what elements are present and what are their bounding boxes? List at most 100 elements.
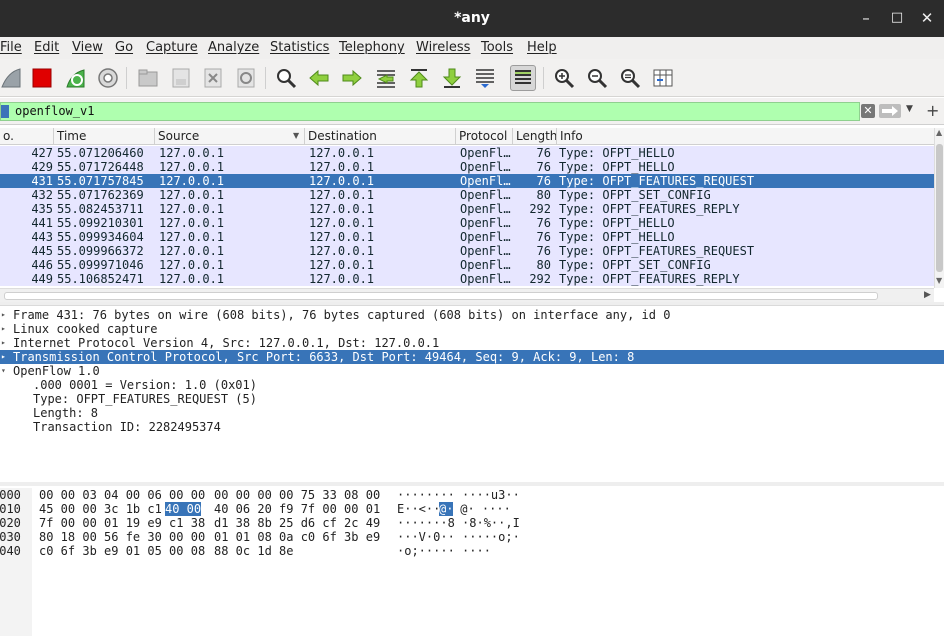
resize-columns-icon[interactable]	[650, 65, 676, 91]
scroll-right-icon[interactable]: ▶	[924, 290, 931, 300]
table-row[interactable]: 427 55.071206460 127.0.0.1 127.0.0.1 OpenFl……	[0, 146, 934, 160]
column-info[interactable]: Info	[557, 128, 934, 145]
tree-item-label: Linux cooked capture	[13, 322, 158, 336]
byte-offset: 0020	[0, 516, 21, 530]
save-file-icon[interactable]	[168, 65, 194, 91]
tree-item[interactable]: Type: OFPT_FEATURES_REQUEST (5)	[0, 392, 944, 406]
colorize-icon[interactable]	[510, 65, 536, 91]
filter-text[interactable]: openflow_v1	[15, 104, 94, 118]
go-last-icon[interactable]	[439, 65, 465, 91]
restart-capture-icon[interactable]	[62, 65, 88, 91]
packet-list-vertical-scrollbar[interactable]: ▲ ▼	[934, 128, 944, 288]
clear-filter-icon[interactable]: ✕	[861, 104, 875, 118]
table-row[interactable]: 429 55.071726448 127.0.0.1 127.0.0.1 OpenFl……	[0, 160, 934, 174]
table-row[interactable]: 445 55.099966372 127.0.0.1 127.0.0.1 OpenFl……	[0, 244, 934, 258]
menu-go[interactable]: Go	[115, 40, 133, 55]
tree-item[interactable]: ▾ OpenFlow 1.0	[0, 364, 944, 378]
cell-dst: 127.0.0.1	[309, 216, 375, 230]
menu-wireless[interactable]: Wireless	[416, 40, 470, 55]
column-destination[interactable]: Destination	[305, 128, 456, 145]
tree-item[interactable]: Length: 8	[0, 406, 944, 420]
reload-file-icon[interactable]	[233, 65, 259, 91]
minimize-button[interactable]: –	[856, 8, 876, 28]
go-first-icon[interactable]	[406, 65, 432, 91]
cell-time: 55.071762369	[57, 188, 144, 202]
stop-capture-icon[interactable]	[29, 65, 55, 91]
menu-view[interactable]: View	[72, 40, 103, 55]
tree-item[interactable]: ▸ Linux cooked capture	[0, 322, 944, 336]
column-protocol[interactable]: Protocol	[456, 128, 513, 145]
collapsed-arrow-icon[interactable]: ▸	[1, 336, 6, 350]
tree-item[interactable]: ▸ Internet Protocol Version 4, Src: 127.0…	[0, 336, 944, 350]
table-row[interactable]: 431 55.071757845 127.0.0.1 127.0.0.1 OpenFl……	[0, 174, 934, 188]
cell-proto: OpenFl…	[460, 188, 511, 202]
apply-filter-button[interactable]	[879, 104, 901, 118]
go-forward-icon[interactable]	[339, 65, 365, 91]
scroll-down-icon[interactable]: ▼	[936, 276, 942, 285]
scroll-up-icon[interactable]: ▲	[936, 128, 942, 137]
expanded-arrow-icon[interactable]: ▾	[1, 364, 6, 378]
zoom-in-icon[interactable]	[551, 65, 577, 91]
column-time[interactable]: Time	[54, 128, 155, 145]
tree-item[interactable]: ▸ Frame 431: 76 bytes on wire (608 bits),…	[0, 308, 944, 322]
cell-no: 445	[31, 244, 53, 258]
cell-src: 127.0.0.1	[159, 244, 225, 258]
menu-edit[interactable]: Edit	[34, 40, 59, 55]
collapsed-arrow-icon[interactable]: ▸	[1, 308, 6, 322]
packet-list-horizontal-scrollbar[interactable]: ▶	[0, 288, 934, 302]
close-file-icon[interactable]	[200, 65, 226, 91]
sort-indicator-icon: ▼	[293, 131, 300, 140]
byte-offset: 0040	[0, 544, 21, 558]
tree-item[interactable]: .000 0001 = Version: 1.0 (0x01)	[0, 378, 944, 392]
zoom-normal-icon[interactable]	[617, 65, 643, 91]
cell-time: 55.071206460	[57, 146, 144, 160]
hex-bytes: 00 00 03 04 00 06 00 00	[39, 488, 206, 502]
menu-capture[interactable]: Capture	[146, 40, 198, 55]
menu-help[interactable]: Help	[527, 40, 557, 55]
open-file-icon[interactable]	[135, 65, 161, 91]
auto-scroll-icon[interactable]	[472, 65, 498, 91]
hex-bytes: c0 6f 3b e9 01 05 00 08	[39, 544, 206, 558]
cell-len: 76	[536, 174, 551, 188]
menu-analyze[interactable]: Analyze	[208, 40, 259, 55]
bookmark-icon[interactable]	[1, 105, 9, 118]
scroll-thumb[interactable]	[4, 292, 878, 300]
column-length[interactable]: Length	[513, 128, 557, 145]
table-row[interactable]: 432 55.071762369 127.0.0.1 127.0.0.1 OpenFl……	[0, 188, 934, 202]
pane-splitter[interactable]	[0, 482, 944, 486]
collapsed-arrow-icon[interactable]: ▸	[1, 322, 6, 336]
find-packet-icon[interactable]	[273, 65, 299, 91]
go-to-packet-icon[interactable]	[373, 65, 399, 91]
zoom-out-icon[interactable]	[584, 65, 610, 91]
cell-dst: 127.0.0.1	[309, 244, 375, 258]
close-button[interactable]: ✕	[917, 8, 937, 28]
chevron-down-icon[interactable]: ▼	[906, 104, 913, 114]
tree-item-label: Type: OFPT_FEATURES_REQUEST (5)	[33, 392, 257, 406]
table-row[interactable]: 441 55.099210301 127.0.0.1 127.0.0.1 OpenFl……	[0, 216, 934, 230]
table-row[interactable]: 449 55.106852471 127.0.0.1 127.0.0.1 OpenFl……	[0, 272, 934, 286]
tree-item[interactable]: ▸ Transmission Control Protocol, Src Port…	[0, 350, 944, 364]
table-row[interactable]: 435 55.082453711 127.0.0.1 127.0.0.1 OpenFl……	[0, 202, 934, 216]
menu-telephony[interactable]: Telephony	[339, 40, 405, 55]
cell-src: 127.0.0.1	[159, 230, 225, 244]
maximize-button[interactable]: □	[887, 8, 907, 28]
table-row[interactable]: 446 55.099971046 127.0.0.1 127.0.0.1 OpenFl……	[0, 258, 934, 272]
column-source[interactable]: Source	[155, 128, 305, 145]
cell-no: 446	[31, 258, 53, 272]
scroll-thumb[interactable]	[936, 144, 943, 272]
display-filter-input[interactable]: openflow_v1	[0, 102, 860, 121]
table-row[interactable]: 443 55.099934604 127.0.0.1 127.0.0.1 OpenFl……	[0, 230, 934, 244]
shark-fin-start-icon[interactable]	[0, 65, 24, 91]
go-back-icon[interactable]	[306, 65, 332, 91]
menu-tools[interactable]: Tools	[481, 40, 513, 55]
cell-time: 55.071757845	[57, 174, 144, 188]
menu-statistics[interactable]: Statistics	[270, 40, 329, 55]
cell-dst: 127.0.0.1	[309, 160, 375, 174]
capture-options-icon[interactable]	[95, 65, 121, 91]
tree-item[interactable]: Transaction ID: 2282495374	[0, 420, 944, 434]
column-no[interactable]: o.	[0, 128, 54, 145]
add-filter-button[interactable]: +	[926, 101, 939, 120]
cell-len: 76	[536, 216, 551, 230]
menu-file[interactable]: File	[0, 40, 22, 55]
collapsed-arrow-icon[interactable]: ▸	[1, 350, 6, 364]
